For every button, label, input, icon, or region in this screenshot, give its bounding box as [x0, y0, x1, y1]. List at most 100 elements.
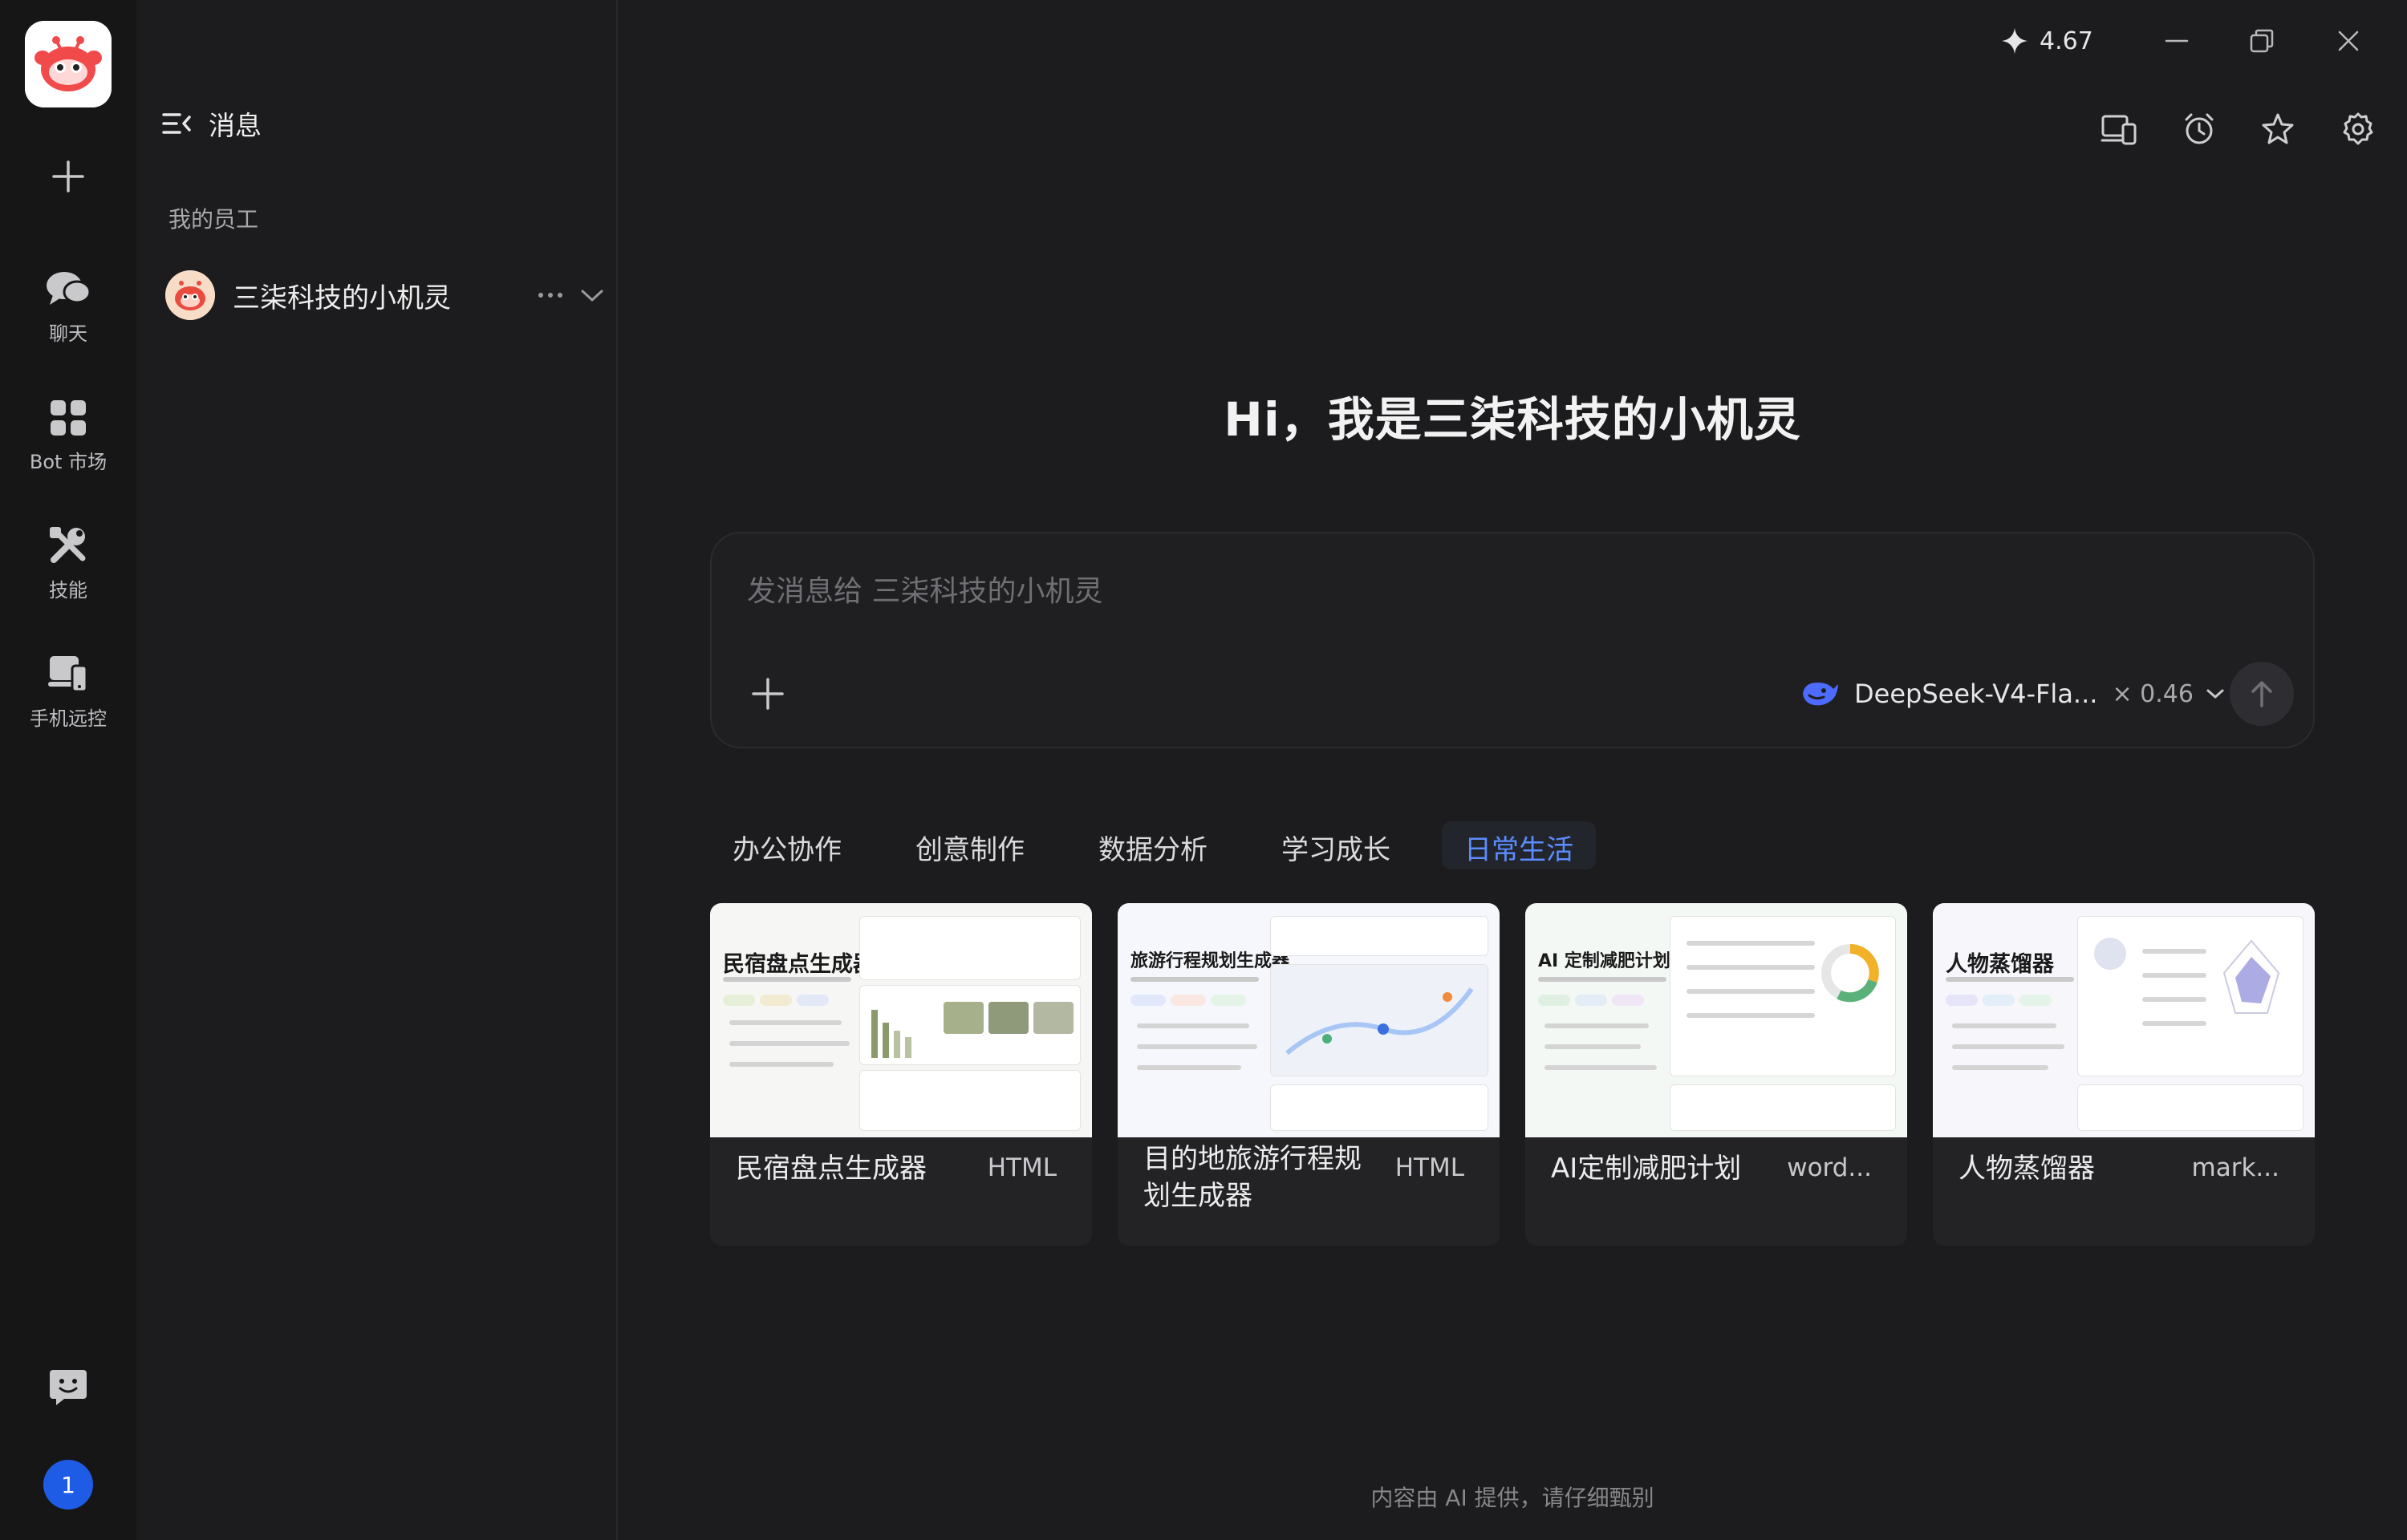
feedback-button[interactable] [0, 1367, 136, 1407]
thumbnail-chip [1211, 995, 1246, 1006]
card-format: mark... [2191, 1153, 2279, 1182]
card-title: AI定制减肥计划 [1551, 1153, 1742, 1185]
employee-name: 三柒科技的小机灵 [233, 282, 451, 314]
employee-item[interactable]: 三柒科技的小机灵 [165, 265, 605, 326]
rail-item-chat[interactable]: 聊天 [0, 270, 136, 346]
thumbnail-chip [760, 995, 792, 1006]
settings-button[interactable] [2336, 107, 2380, 151]
new-chat-button[interactable] [0, 157, 136, 196]
alarm-clock-icon [2185, 113, 2214, 144]
tab-creative[interactable]: 创意制作 [893, 821, 1047, 869]
more-horizontal-icon [538, 293, 562, 298]
device-button[interactable] [2097, 107, 2141, 151]
left-rail: 聊天 Bot 市场 技能 手机远控 1 [0, 0, 136, 1540]
restore-button[interactable] [2240, 19, 2283, 63]
rail-item-label: 技能 [49, 579, 87, 602]
mascot-logo-icon [25, 21, 112, 107]
tab-daily-life[interactable]: 日常生活 [1442, 821, 1596, 869]
avatar [165, 270, 215, 320]
model-dropdown-toggle[interactable] [2205, 687, 2226, 701]
more-options-button[interactable] [536, 290, 565, 300]
thumbnail-chip [1130, 995, 1166, 1006]
thumbnail-chip [1946, 995, 1978, 1006]
tab-office[interactable]: 办公协作 [710, 821, 864, 869]
tools-icon [50, 527, 86, 563]
thumbnail-subtitle-bar [1538, 977, 1666, 982]
model-name: DeepSeek-V4-Fla... [1854, 679, 2098, 709]
rail-item-bot-market[interactable]: Bot 市场 [0, 398, 136, 474]
bar-preview-icon [871, 1002, 1074, 1058]
rail-item-label: Bot 市场 [29, 451, 108, 473]
close-button[interactable] [2327, 19, 2370, 63]
thumbnail-chip [797, 995, 829, 1006]
collapse-sidebar-icon[interactable] [160, 107, 193, 140]
thumbnail-subtitle-bar [723, 977, 851, 982]
minimize-icon [2165, 39, 2189, 43]
model-selector[interactable]: DeepSeek-V4-Fla... × 0.46 [1800, 670, 2226, 718]
thumbnail-line [729, 1020, 842, 1025]
thumbnail-panel [1670, 916, 1896, 1076]
template-card[interactable]: 民宿盘点生成器 民宿盘点生成器 HTML [710, 903, 1092, 1246]
radar-preview-icon [2094, 938, 2280, 1026]
thumbnail-line [1952, 1023, 2056, 1028]
feedback-smile-icon [50, 1370, 87, 1405]
expand-button[interactable] [579, 287, 605, 303]
card-thumbnail: 人物蒸馏器 [1933, 903, 2315, 1137]
thumbnail-title: AI 定制减肥计划 [1538, 951, 1670, 971]
rail-item-phone-remote[interactable]: 手机远控 [0, 653, 136, 731]
schedule-button[interactable] [2178, 107, 2221, 151]
template-cards: 民宿盘点生成器 民宿盘点生成器 HTML 旅游行程规划生成器 目的地旅游行程规划… [710, 903, 2315, 1246]
minimize-button[interactable] [2155, 19, 2198, 63]
thumbnail-chip [1171, 995, 1206, 1006]
card-title: 目的地旅游行程规划生成器 [1143, 1143, 1362, 1212]
arrow-up-icon [2251, 681, 2272, 707]
thumbnail-title: 民宿盘点生成器 [723, 952, 875, 977]
template-card[interactable]: 旅游行程规划生成器 目的地旅游行程规划生成器 HTML [1118, 903, 1500, 1246]
message-input[interactable] [747, 567, 2271, 615]
deepseek-whale-icon [1803, 683, 1838, 706]
tab-data-analysis[interactable]: 数据分析 [1076, 821, 1230, 869]
model-multiplier: × 0.46 [2112, 679, 2194, 708]
thumbnail-line [729, 1041, 850, 1046]
notification-badge[interactable]: 1 [43, 1460, 93, 1510]
thumbnail-chip [1983, 995, 2015, 1006]
star-icon [2262, 113, 2294, 144]
chevron-down-icon [2206, 689, 2224, 699]
thumbnail-line [1137, 1023, 1249, 1028]
favorites-button[interactable] [2256, 107, 2299, 151]
thumbnail-line [1544, 1065, 1657, 1070]
thumbnail-line [1952, 1044, 2064, 1049]
greeting-title: Hi，我是三柒科技的小机灵 [1224, 392, 1801, 447]
thumbnail-panel [859, 985, 1081, 1065]
template-card[interactable]: 人物蒸馏器 人物蒸馏器 mark... [1933, 903, 2315, 1246]
credits-indicator[interactable]: 4.67 [2001, 21, 2093, 61]
thumbnail-panel [1270, 916, 1488, 956]
panel-title: 消息 [209, 110, 262, 141]
thumbnail-panel [2077, 916, 2303, 1076]
template-card[interactable]: AI 定制减肥计划 AI定制减肥计划 word... [1525, 903, 1907, 1246]
restore-icon [2250, 29, 2274, 53]
mascot-avatar-icon [165, 270, 215, 320]
devices-icon [2101, 115, 2137, 145]
section-label: 我的员工 [168, 206, 259, 233]
attach-button[interactable] [745, 671, 790, 716]
thumbnail-panel [2077, 1084, 2303, 1131]
plus-icon [52, 160, 84, 192]
send-button[interactable] [2230, 662, 2294, 726]
card-thumbnail: 民宿盘点生成器 [710, 903, 1092, 1137]
tab-learning[interactable]: 学习成长 [1259, 821, 1413, 869]
plus-icon [752, 678, 784, 710]
thumbnail-panel [859, 916, 1081, 980]
card-thumbnail: AI 定制减肥计划 [1525, 903, 1907, 1137]
thumbnail-line [1952, 1065, 2048, 1070]
panel-header: 消息 [160, 104, 262, 143]
rail-item-skills[interactable]: 技能 [0, 525, 136, 602]
card-thumbnail: 旅游行程规划生成器 [1118, 903, 1500, 1137]
thumbnail-panel [1270, 964, 1488, 1076]
app-logo[interactable] [25, 21, 112, 107]
grid-icon [51, 400, 86, 436]
rail-item-label: 手机远控 [30, 707, 107, 730]
card-title: 民宿盘点生成器 [736, 1153, 927, 1185]
thumbnail-chip [1538, 995, 1570, 1006]
thumbnail-chip [1575, 995, 1607, 1006]
